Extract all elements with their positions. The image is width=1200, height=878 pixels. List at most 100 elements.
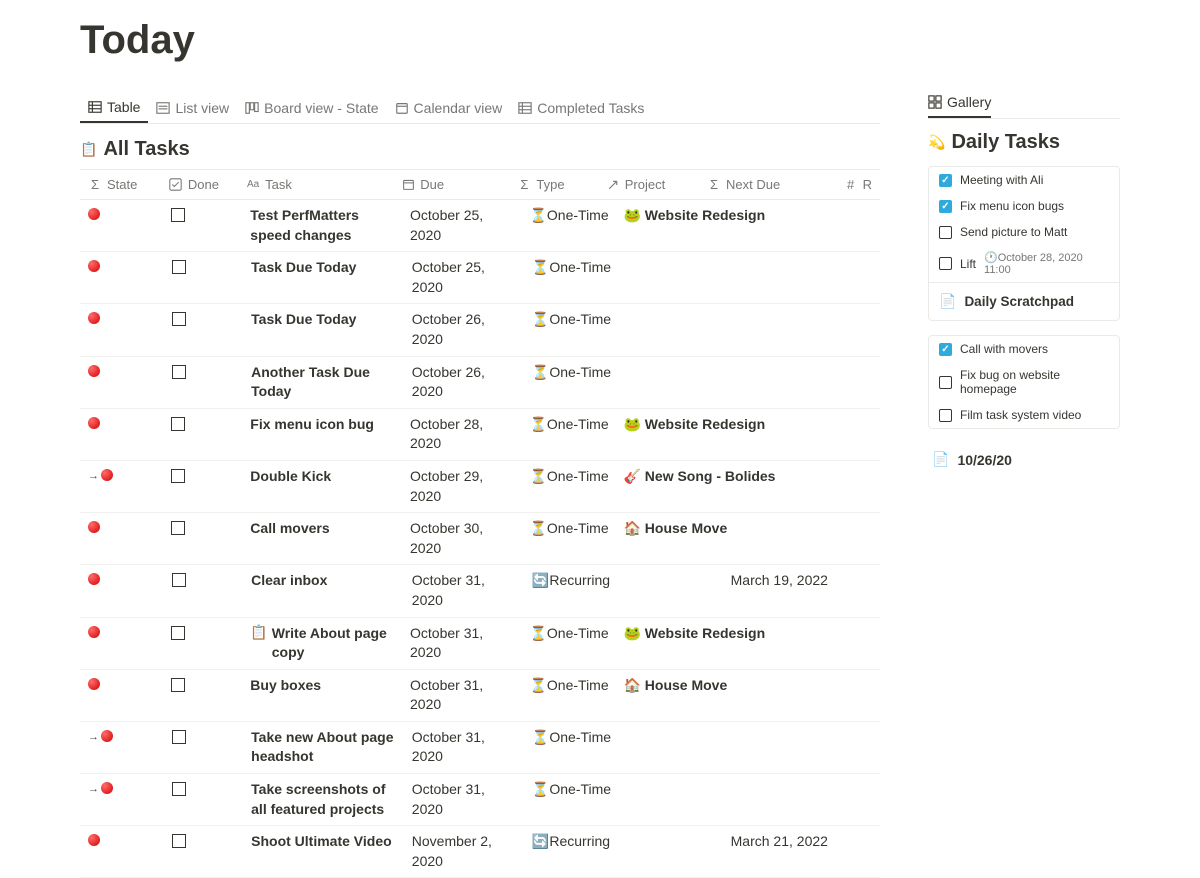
- card-item[interactable]: Call with movers: [929, 336, 1119, 362]
- table-row[interactable]: Task Due TodayOctober 26, 2020⏳One-Time: [80, 304, 880, 356]
- cell-project[interactable]: 🏠 House Move: [615, 513, 723, 564]
- checkbox-icon[interactable]: [171, 521, 185, 535]
- checkbox-icon[interactable]: [172, 312, 186, 326]
- page-title: Today: [80, 18, 880, 63]
- cell-task[interactable]: Shoot Ultimate Video: [243, 826, 404, 877]
- cell-done[interactable]: [163, 409, 242, 460]
- cell-done[interactable]: [164, 774, 244, 825]
- cell-project[interactable]: 🏠 House Move: [615, 670, 723, 721]
- card-item[interactable]: Lift 🕐October 28, 2020 11:00: [929, 245, 1119, 282]
- checkbox-icon[interactable]: [939, 376, 952, 389]
- card-item[interactable]: Meeting with Ali: [929, 167, 1119, 193]
- table-row[interactable]: →Double KickOctober 29, 2020⏳One-Time🎸 N…: [80, 461, 880, 513]
- cell-done[interactable]: [164, 357, 244, 408]
- col-state[interactable]: ΣState: [80, 170, 161, 199]
- checkbox-icon[interactable]: [171, 626, 185, 640]
- checkbox-icon[interactable]: [939, 226, 952, 239]
- checkbox-icon[interactable]: [172, 573, 186, 587]
- col-task[interactable]: AaTask: [238, 170, 393, 199]
- tab-calendar-view[interactable]: Calendar view: [387, 93, 511, 123]
- cell-task[interactable]: Take screenshots of all featured project…: [243, 774, 404, 825]
- checkbox-icon[interactable]: [939, 409, 952, 422]
- table-row[interactable]: Test PerfMatters speed changesOctober 25…: [80, 200, 880, 252]
- col-project[interactable]: Project: [598, 170, 699, 199]
- card-item[interactable]: Film task system video: [929, 402, 1119, 428]
- table-row[interactable]: Buy boxesOctober 31, 2020⏳One-Time🏠 Hous…: [80, 670, 880, 722]
- cell-task[interactable]: Take new About page headshot: [243, 722, 404, 773]
- cell-task[interactable]: Clear inbox: [243, 565, 404, 616]
- cell-project[interactable]: [618, 252, 723, 303]
- checkbox-icon[interactable]: [172, 730, 186, 744]
- cell-done[interactable]: [164, 565, 244, 616]
- cell-project[interactable]: [618, 304, 723, 355]
- col-due[interactable]: Due: [393, 170, 509, 199]
- daily-card-2[interactable]: Call with moversFix bug on website homep…: [928, 335, 1120, 429]
- cell-done[interactable]: [163, 461, 242, 512]
- checkbox-icon[interactable]: [171, 208, 185, 222]
- tab-gallery[interactable]: Gallery: [928, 88, 991, 118]
- checkbox-icon[interactable]: [939, 257, 952, 270]
- table-row[interactable]: Shoot Ultimate VideoNovember 2, 2020🔄Rec…: [80, 826, 880, 878]
- tab-table[interactable]: Table: [80, 93, 148, 123]
- table-row[interactable]: →Take screenshots of all featured projec…: [80, 774, 880, 826]
- card-item[interactable]: Send picture to Matt: [929, 219, 1119, 245]
- cell-done[interactable]: [164, 304, 244, 355]
- tab-completed-tasks[interactable]: Completed Tasks: [510, 93, 652, 123]
- table-row[interactable]: Call moversOctober 30, 2020⏳One-Time🏠 Ho…: [80, 513, 880, 565]
- checkbox-icon[interactable]: [171, 417, 185, 431]
- cell-task[interactable]: 📋 Write About page copy: [242, 618, 402, 669]
- checkbox-icon[interactable]: [172, 782, 186, 796]
- cell-done[interactable]: [163, 200, 242, 251]
- cell-done[interactable]: [163, 618, 242, 669]
- card-item[interactable]: Fix bug on website homepage: [929, 362, 1119, 402]
- tab-board-view-state[interactable]: Board view - State: [237, 93, 386, 123]
- checkbox-icon[interactable]: [171, 469, 185, 483]
- cell-project[interactable]: [618, 774, 723, 825]
- checkbox-icon[interactable]: [939, 343, 952, 356]
- cell-state: →: [80, 722, 164, 773]
- table-row[interactable]: Another Task Due TodayOctober 26, 2020⏳O…: [80, 357, 880, 409]
- cell-project[interactable]: 🐸 Website Redesign: [615, 200, 723, 251]
- checkbox-icon[interactable]: [171, 678, 185, 692]
- cell-task[interactable]: Call movers: [242, 513, 402, 564]
- cell-task[interactable]: Fix menu icon bug: [242, 409, 402, 460]
- daily-card-1[interactable]: Meeting with AliFix menu icon bugsSend p…: [928, 166, 1120, 321]
- side-link[interactable]: 📄 10/26/20: [928, 443, 1120, 476]
- cell-project[interactable]: [618, 722, 723, 773]
- cell-project[interactable]: [618, 565, 723, 616]
- checkbox-icon[interactable]: [939, 174, 952, 187]
- col-nextdue[interactable]: ΣNext Due: [699, 170, 836, 199]
- col-type[interactable]: ΣType: [509, 170, 597, 199]
- col-r[interactable]: #R: [836, 170, 880, 199]
- cell-done[interactable]: [164, 826, 244, 877]
- type-label: Recurring: [549, 833, 610, 849]
- cell-project[interactable]: [618, 826, 723, 877]
- checkbox-icon[interactable]: [172, 365, 186, 379]
- checkbox-icon[interactable]: [939, 200, 952, 213]
- table-row[interactable]: Clear inboxOctober 31, 2020🔄RecurringMar…: [80, 565, 880, 617]
- table-row[interactable]: Fix menu icon bugOctober 28, 2020⏳One-Ti…: [80, 409, 880, 461]
- cell-project[interactable]: [618, 357, 723, 408]
- cell-done[interactable]: [164, 722, 244, 773]
- cell-project[interactable]: 🐸 Website Redesign: [615, 409, 723, 460]
- cell-task[interactable]: Double Kick: [242, 461, 402, 512]
- cell-task[interactable]: Task Due Today: [243, 252, 404, 303]
- checkbox-icon[interactable]: [172, 260, 186, 274]
- cell-task[interactable]: Another Task Due Today: [243, 357, 404, 408]
- tab-list-view[interactable]: List view: [148, 93, 237, 123]
- cell-task[interactable]: Buy boxes: [242, 670, 402, 721]
- cell-done[interactable]: [164, 252, 244, 303]
- cell-task[interactable]: Task Due Today: [243, 304, 404, 355]
- cell-task[interactable]: Test PerfMatters speed changes: [242, 200, 402, 251]
- checkbox-icon[interactable]: [172, 834, 186, 848]
- cell-done[interactable]: [163, 670, 242, 721]
- table-row[interactable]: →Take new About page headshotOctober 31,…: [80, 722, 880, 774]
- cell-project[interactable]: 🐸 Website Redesign: [615, 618, 723, 669]
- cell-done[interactable]: [163, 513, 242, 564]
- table-row[interactable]: Task Due TodayOctober 25, 2020⏳One-Time: [80, 252, 880, 304]
- table-row[interactable]: 📋 Write About page copyOctober 31, 2020⏳…: [80, 618, 880, 670]
- card-item[interactable]: Fix menu icon bugs: [929, 193, 1119, 219]
- cell-project[interactable]: 🎸 New Song - Bolides: [615, 461, 723, 512]
- col-done[interactable]: Done: [161, 170, 238, 199]
- card-footer[interactable]: 📄Daily Scratchpad: [929, 282, 1119, 320]
